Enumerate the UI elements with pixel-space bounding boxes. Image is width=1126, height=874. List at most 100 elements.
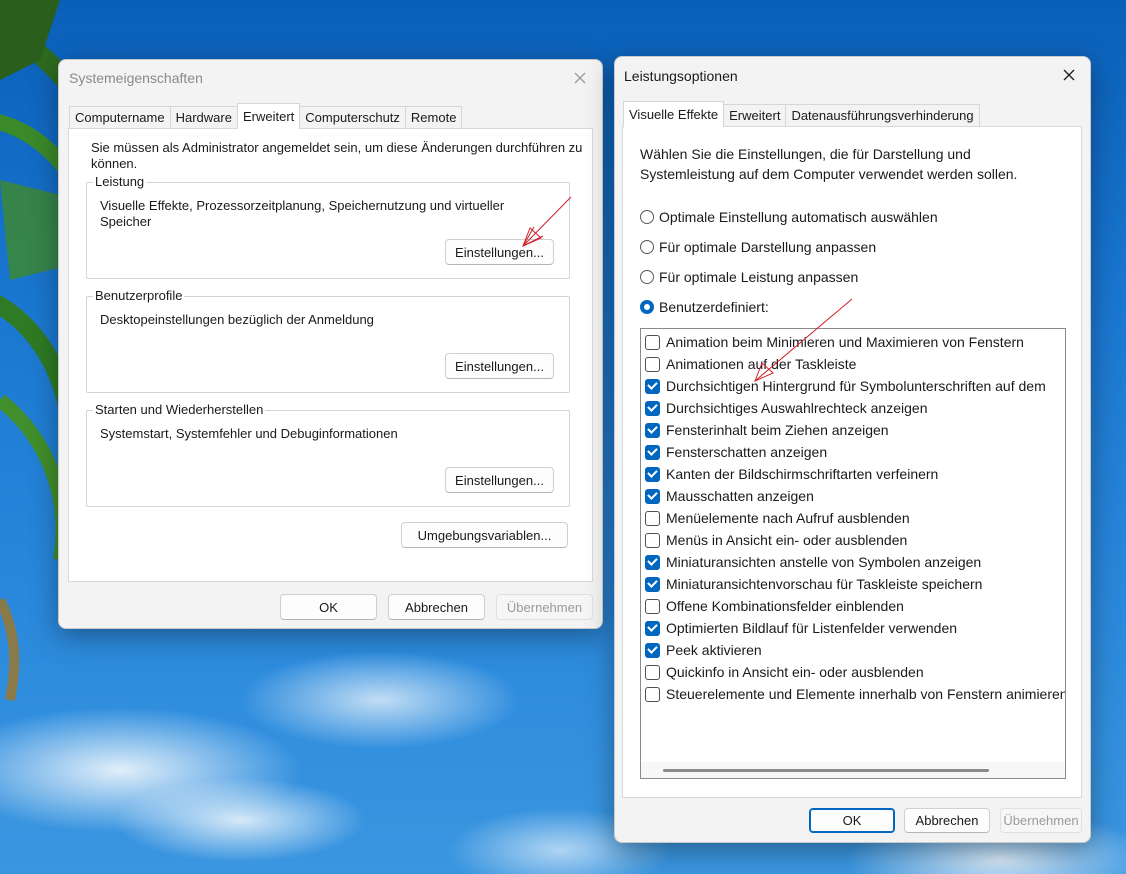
effect-label: Kanten der Bildschirmschriftarten verfei… [666,466,939,482]
leistung-settings-button[interactable]: Einstellungen... [445,239,554,265]
radio-best-performance[interactable]: Für optimale Leistung anpassen [640,269,858,285]
effect-item[interactable]: Mausschatten anzeigen [645,485,814,507]
radio-button[interactable] [640,210,654,224]
effect-label: Miniaturansichten anstelle von Symbolen … [666,554,982,570]
group-description: Visuelle Effekte, Prozessorzeitplanung, … [100,198,505,229]
effect-item[interactable]: Menüs in Ansicht ein- oder ausblenden [645,529,907,551]
horizontal-scrollbar[interactable] [641,762,1065,778]
effect-checkbox[interactable] [645,598,660,614]
effect-checkbox[interactable] [645,686,660,702]
apply-button[interactable]: Übernehmen [496,594,593,620]
description-text: Wählen Sie die Einstellungen, die für Da… [640,146,1018,182]
tab-panel: Wählen Sie die Einstellungen, die für Da… [622,126,1082,798]
effect-label: Durchsichtigen Hintergrund für Symbolunt… [666,378,1046,394]
effect-checkbox[interactable] [645,664,660,680]
effect-checkbox[interactable] [645,378,660,394]
effect-checkbox[interactable] [645,466,660,482]
effect-item[interactable]: Miniaturansichten anstelle von Symbolen … [645,551,981,573]
system-properties-window: Systemeigenschaften Computername Hardwar… [58,59,603,629]
effect-checkbox[interactable] [645,554,660,570]
effect-item[interactable]: Offene Kombinationsfelder einblenden [645,595,904,617]
environment-variables-button[interactable]: Umgebungsvariablen... [401,522,568,548]
ok-button[interactable]: OK [280,594,377,620]
radio-custom[interactable]: Benutzerdefiniert: [640,299,769,315]
tab-datenausfuehrungsverhinderung[interactable]: Datenausführungsverhinderung [785,104,980,127]
visual-effects-list[interactable]: Animation beim Minimieren und Maximieren… [640,328,1066,779]
tab-computername[interactable]: Computername [69,106,171,129]
effect-checkbox[interactable] [645,620,660,636]
effect-label: Quickinfo in Ansicht ein- oder ausblende… [666,664,924,680]
radio-label: Optimale Einstellung automatisch auswähl… [659,209,938,225]
effect-checkbox[interactable] [645,422,660,438]
effect-label: Menüs in Ansicht ein- oder ausblenden [666,532,908,548]
effect-checkbox[interactable] [645,510,660,526]
effect-item[interactable]: Durchsichtigen Hintergrund für Symbolunt… [645,375,1046,397]
effect-item[interactable]: Steuerelemente und Elemente innerhalb vo… [645,683,1066,705]
effect-item[interactable]: Kanten der Bildschirmschriftarten verfei… [645,463,938,485]
effect-item[interactable]: Optimierten Bildlauf für Listenfelder ve… [645,617,957,639]
effect-checkbox[interactable] [645,642,660,658]
radio-button[interactable] [640,270,654,284]
radio-best-appearance[interactable]: Für optimale Darstellung anpassen [640,239,876,255]
group-benutzerprofile: Benutzerprofile Desktopeinstellungen bez… [86,288,570,393]
window-title: Systemeigenschaften [69,70,203,86]
group-label: Starten und Wiederherstellen [93,402,266,417]
close-icon [574,72,586,84]
group-description: Systemstart, Systemfehler und Debuginfor… [100,426,398,441]
benutzerprofile-settings-button[interactable]: Einstellungen... [445,353,554,379]
effect-label: Menüelemente nach Aufruf ausblenden [666,510,910,526]
ok-button[interactable]: OK [809,808,895,833]
effect-item[interactable]: Miniaturansichtenvorschau für Taskleiste… [645,573,982,595]
admin-note: Sie müssen als Administrator angemeldet … [91,140,583,171]
close-icon [1063,69,1075,81]
tab-remote[interactable]: Remote [404,106,463,129]
cancel-button[interactable]: Abbrechen [388,594,485,620]
effect-label: Durchsichtiges Auswahlrechteck anzeigen [666,400,928,416]
cancel-button[interactable]: Abbrechen [904,808,990,833]
effect-label: Animation beim Minimieren und Maximieren… [666,334,1024,350]
effect-checkbox[interactable] [645,488,660,504]
radio-label: Für optimale Darstellung anpassen [659,239,877,255]
tab-bar: Visuelle Effekte Erweitert Datenausführu… [623,101,980,127]
radio-button[interactable] [640,240,654,254]
effect-label: Mausschatten anzeigen [666,488,814,504]
group-leistung: Leistung Visuelle Effekte, Prozessorzeit… [86,174,570,279]
effect-checkbox[interactable] [645,400,660,416]
effect-label: Steuerelemente und Elemente innerhalb vo… [666,686,1066,702]
effect-label: Fensterinhalt beim Ziehen anzeigen [666,422,889,438]
close-button[interactable] [565,63,595,93]
apply-button[interactable]: Übernehmen [1000,808,1082,833]
window-title: Leistungsoptionen [624,68,738,84]
effect-checkbox[interactable] [645,334,660,350]
group-description: Desktopeinstellungen bezüglich der Anmel… [100,312,374,327]
effect-checkbox[interactable] [645,576,660,592]
effect-item[interactable]: Peek aktivieren [645,639,762,661]
effect-item[interactable]: Quickinfo in Ansicht ein- oder ausblende… [645,661,924,683]
effect-item[interactable]: Menüelemente nach Aufruf ausblenden [645,507,910,529]
starten-settings-button[interactable]: Einstellungen... [445,467,554,493]
effect-label: Animationen auf der Taskleiste [666,356,857,372]
radio-label: Benutzerdefiniert: [659,299,769,315]
tab-computerschutz[interactable]: Computerschutz [299,106,406,129]
tab-visuelle-effekte[interactable]: Visuelle Effekte [623,101,725,127]
scrollbar-thumb[interactable] [663,769,989,772]
radio-auto[interactable]: Optimale Einstellung automatisch auswähl… [640,209,938,225]
tab-erweitert[interactable]: Erweitert [236,103,301,129]
effect-item[interactable]: Fensterschatten anzeigen [645,441,827,463]
effect-item[interactable]: Durchsichtiges Auswahlrechteck anzeigen [645,397,927,419]
effect-item[interactable]: Animation beim Minimieren und Maximieren… [645,331,1024,353]
effect-checkbox[interactable] [645,444,660,460]
effect-label: Fensterschatten anzeigen [666,444,828,460]
tab-hardware[interactable]: Hardware [169,106,238,129]
effect-checkbox[interactable] [645,356,660,372]
performance-options-window: Leistungsoptionen Visuelle Effekte Erwei… [614,56,1091,843]
close-button[interactable] [1054,60,1084,90]
tab-panel: Sie müssen als Administrator angemeldet … [68,128,593,582]
tab-erweitert[interactable]: Erweitert [723,104,787,127]
effect-item[interactable]: Animationen auf der Taskleiste [645,353,856,375]
radio-button[interactable] [640,300,654,314]
group-label: Benutzerprofile [93,288,185,303]
effect-checkbox[interactable] [645,532,660,548]
tab-bar: Computername Hardware Erweitert Computer… [69,103,463,129]
effect-item[interactable]: Fensterinhalt beim Ziehen anzeigen [645,419,889,441]
